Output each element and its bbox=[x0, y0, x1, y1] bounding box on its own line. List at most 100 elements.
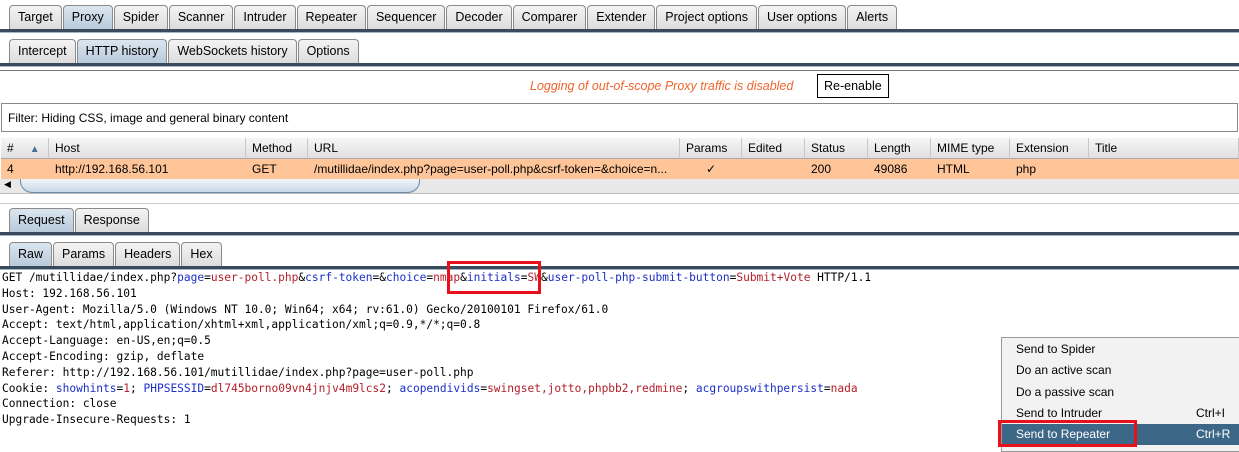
tab-decoder[interactable]: Decoder bbox=[446, 5, 512, 29]
param-value: swingset,jotto,phpbb2,redmine bbox=[487, 381, 683, 395]
column-label: Length bbox=[874, 141, 911, 155]
logging-message: Logging of out-of-scope Proxy traffic is… bbox=[530, 79, 794, 93]
tab-raw[interactable]: Raw bbox=[9, 242, 53, 266]
column-header-method[interactable]: Method bbox=[246, 138, 308, 159]
request-line: User-Agent: Mozilla/5.0 (Windows NT 10.0… bbox=[2, 302, 871, 318]
column-label: URL bbox=[314, 141, 339, 155]
tab-project-options[interactable]: Project options bbox=[656, 5, 757, 29]
param-name: acgroupswithpersist bbox=[695, 381, 824, 395]
menu-item-do-an-active-scan[interactable]: Do an active scan bbox=[1002, 360, 1239, 381]
menu-item-send-to-spider[interactable]: Send to Spider bbox=[1002, 339, 1239, 360]
column-header-extension[interactable]: Extension bbox=[1010, 138, 1089, 159]
request-text: Accept-Encoding: gzip, deflate bbox=[2, 349, 205, 363]
param-name: PHPSESSID bbox=[143, 381, 205, 395]
reenable-button[interactable]: Re-enable bbox=[817, 74, 889, 98]
request-text: Connection: close bbox=[2, 397, 117, 411]
tab-websockets-history[interactable]: WebSockets history bbox=[168, 39, 297, 63]
tab-user-options[interactable]: User options bbox=[757, 5, 847, 29]
column-header-title[interactable]: Title bbox=[1089, 138, 1239, 159]
request-text: ; bbox=[130, 381, 144, 395]
tab-intruder[interactable]: Intruder bbox=[234, 5, 296, 29]
request-text: = bbox=[823, 381, 831, 395]
param-name: showhints bbox=[55, 381, 117, 395]
menu-item-do-a-passive-scan[interactable]: Do a passive scan bbox=[1002, 382, 1239, 403]
param-value: 1 bbox=[123, 381, 131, 395]
tab-hex[interactable]: Hex bbox=[181, 242, 222, 266]
column-header-url[interactable]: URL bbox=[308, 138, 680, 159]
column-label: Host bbox=[55, 141, 80, 155]
main-tabs: Target Proxy Spider Scanner Intruder Repeater… bbox=[0, 5, 1239, 32]
param-name: csrf-token bbox=[305, 271, 373, 284]
scroll-left-icon[interactable]: ◀ bbox=[4, 179, 11, 190]
request-text: Upgrade-Insecure-Requests: 1 bbox=[2, 413, 191, 427]
tab-comparer[interactable]: Comparer bbox=[512, 5, 587, 29]
request-text: Accept: text/html,application/xhtml+xml,… bbox=[2, 318, 481, 332]
column-header-host[interactable]: Host bbox=[49, 138, 246, 159]
tab-proxy[interactable]: Proxy bbox=[62, 5, 113, 29]
column-label: Edited bbox=[748, 141, 783, 155]
menu-item-shortcut: Ctrl+R bbox=[1196, 427, 1231, 442]
column-header-status[interactable]: Status bbox=[805, 138, 868, 159]
column-header-[interactable]: # ▲ bbox=[1, 138, 49, 159]
column-header-edited[interactable]: Edited bbox=[742, 138, 805, 159]
column-label: # bbox=[7, 141, 14, 155]
tab-params[interactable]: Params bbox=[53, 242, 115, 266]
request-text: Accept-Language: en-US,en;q=0.5 bbox=[2, 334, 211, 348]
view-tabs: Raw Params Headers Hex bbox=[0, 242, 1239, 269]
tab-scanner[interactable]: Scanner bbox=[168, 5, 234, 29]
request-text: Referer: http://192.168.56.101/mutillida… bbox=[2, 365, 474, 379]
horizontal-scrollbar[interactable]: ◀ bbox=[0, 179, 1239, 194]
scrollbar-thumb[interactable] bbox=[20, 179, 420, 193]
param-value: dl745borno09vn4jnjv4m9lcs2 bbox=[210, 381, 386, 395]
menu-item-shortcut: Ctrl+I bbox=[1196, 405, 1226, 420]
proxy-tabs: Intercept HTTP history WebSockets history O… bbox=[0, 39, 1239, 66]
tab-alerts[interactable]: Alerts bbox=[847, 5, 898, 29]
cell-status: 200 bbox=[811, 162, 832, 176]
tab-http-history[interactable]: HTTP history bbox=[76, 39, 168, 63]
table-header: # ▲ Host Method URL Params Edited Status Length M… bbox=[1, 138, 1239, 159]
request-text: = bbox=[204, 381, 211, 395]
tab-request[interactable]: Request bbox=[9, 208, 74, 232]
column-header-length[interactable]: Length bbox=[868, 138, 931, 159]
cell-mime-type: HTML bbox=[937, 162, 970, 176]
cell-length: 49086 bbox=[874, 162, 908, 176]
request-text: Host: 192.168.56.101 bbox=[2, 286, 137, 300]
history-table: # ▲ Host Method URL Params Edited Status Length M… bbox=[1, 138, 1239, 180]
param-name: acopendivids bbox=[399, 381, 481, 395]
column-label: Params bbox=[686, 141, 728, 155]
column-header-params[interactable]: Params bbox=[680, 138, 742, 159]
filter-bar[interactable]: Filter: Hiding CSS, image and general bi… bbox=[1, 103, 1238, 132]
menu-item-label: Do a passive scan bbox=[1016, 384, 1115, 399]
tab-repeater[interactable]: Repeater bbox=[296, 5, 366, 29]
tab-spider[interactable]: Spider bbox=[113, 5, 168, 29]
tab-sequencer[interactable]: Sequencer bbox=[366, 5, 446, 29]
cell-title bbox=[1089, 159, 1239, 180]
request-line: Accept-Language: en-US,en;q=0.5 bbox=[2, 333, 871, 349]
cell-host: http://192.168.56.101 bbox=[55, 162, 169, 176]
cell-url: /mutillidae/index.php?page=user-poll.php… bbox=[314, 162, 668, 176]
request-text: ; bbox=[682, 381, 696, 395]
tab-response[interactable]: Response bbox=[74, 208, 149, 232]
tab-extender[interactable]: Extender bbox=[587, 5, 656, 29]
request-editor[interactable]: GET /mutillidae/index.php?page=user-poll… bbox=[2, 270, 871, 428]
column-label: Method bbox=[252, 141, 293, 155]
pane-splitter[interactable] bbox=[0, 196, 1239, 204]
column-label: Status bbox=[811, 141, 846, 155]
tab-target[interactable]: Target bbox=[9, 5, 62, 29]
tab-options[interactable]: Options bbox=[297, 39, 359, 63]
request-text: & bbox=[540, 271, 548, 284]
cell-: 4 bbox=[7, 162, 14, 176]
request-text: User-Agent: Mozilla/5.0 (Windows NT 10.0… bbox=[2, 302, 609, 316]
cell-method: GET bbox=[252, 162, 277, 176]
table-row[interactable]: 4 http://192.168.56.101 GET/mutillidae/ind… bbox=[1, 159, 1239, 180]
param-value: nada bbox=[830, 381, 858, 395]
menu-item-label: Send to Intruder bbox=[1016, 405, 1103, 420]
param-value: Submit+Vote bbox=[736, 271, 811, 284]
column-header-mime-type[interactable]: MIME type bbox=[931, 138, 1010, 159]
request-line: Accept-Encoding: gzip, deflate bbox=[2, 349, 871, 365]
request-line: Upgrade-Insecure-Requests: 1 bbox=[2, 412, 871, 428]
column-label: Extension bbox=[1016, 141, 1069, 155]
tab-headers[interactable]: Headers bbox=[115, 242, 181, 266]
column-label: MIME type bbox=[937, 141, 995, 155]
tab-intercept[interactable]: Intercept bbox=[9, 39, 76, 63]
